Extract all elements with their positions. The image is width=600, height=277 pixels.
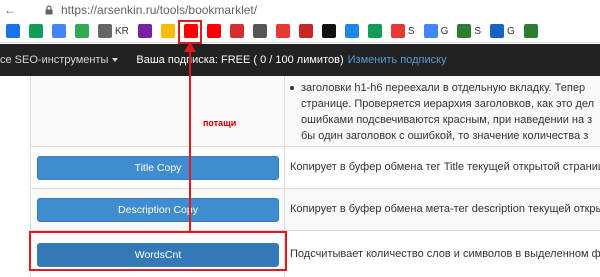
drag-arrow <box>184 42 196 232</box>
